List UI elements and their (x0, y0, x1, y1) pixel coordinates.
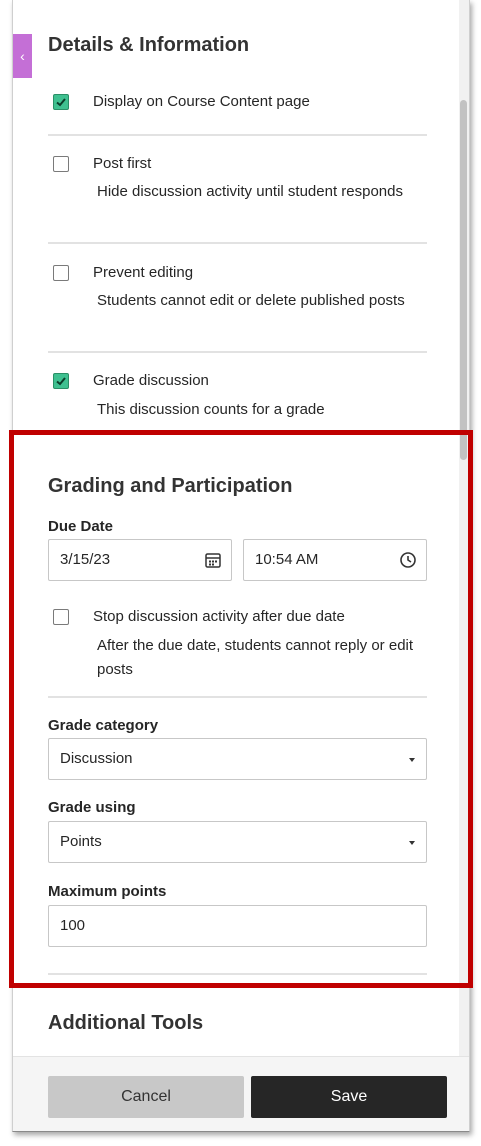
divider (48, 696, 427, 698)
grade-category-label: Grade category (48, 717, 159, 734)
divider (48, 134, 427, 136)
stop-activity-checkbox[interactable] (53, 609, 69, 625)
collapse-panel-tab[interactable]: ‹ (13, 34, 32, 78)
due-date-input[interactable]: 3/15/23 (48, 539, 232, 581)
prevent-editing-label: Prevent editing (93, 264, 194, 281)
post-first-checkbox[interactable] (53, 156, 69, 172)
display-checkbox[interactable] (53, 94, 69, 110)
post-first-label: Post first (93, 155, 152, 172)
settings-panel: ‹ Details & Information Display on Cours… (12, 0, 470, 1132)
calendar-icon[interactable] (204, 551, 222, 569)
stop-activity-description: After the due date, students cannot repl… (97, 637, 414, 678)
prevent-editing-checkbox[interactable] (53, 265, 69, 281)
clock-icon[interactable] (399, 551, 417, 569)
chevron-left-icon: ‹ (20, 48, 25, 64)
check-icon (56, 377, 66, 386)
grade-discussion-checkbox[interactable] (53, 373, 69, 389)
scrollbar[interactable] (459, 0, 469, 1056)
divider (48, 351, 427, 353)
dropdown-caret-icon (409, 758, 415, 762)
maximum-points-input[interactable]: 100 (48, 905, 427, 947)
due-time-value: 10:54 AM (255, 551, 319, 568)
maximum-points-label: Maximum points (48, 883, 167, 900)
details-heading: Details & Information (48, 34, 250, 56)
scrollbar-thumb[interactable] (460, 100, 467, 460)
due-time-input[interactable]: 10:54 AM (243, 539, 427, 581)
grade-using-label: Grade using (48, 799, 136, 816)
display-label: Display on Course Content page (93, 93, 310, 110)
due-date-label: Due Date (48, 518, 114, 535)
divider (48, 973, 427, 975)
grade-discussion-label: Grade discussion (93, 372, 209, 389)
dropdown-caret-icon (409, 841, 415, 845)
check-icon (56, 98, 66, 107)
additional-tools-heading: Additional Tools (48, 1012, 204, 1034)
grading-heading: Grading and Participation (48, 475, 293, 497)
grade-using-value: Points (60, 833, 102, 850)
prevent-editing-description: Students cannot edit or delete published… (97, 292, 405, 309)
divider (48, 242, 427, 244)
grade-using-select[interactable]: Points (48, 821, 427, 863)
grade-category-select[interactable]: Discussion (48, 738, 427, 780)
save-button[interactable]: Save (251, 1076, 447, 1118)
stop-activity-label: Stop discussion activity after due date (93, 608, 345, 625)
post-first-description: Hide discussion activity until student r… (97, 183, 403, 200)
due-date-value: 3/15/23 (60, 551, 111, 568)
grade-discussion-description: This discussion counts for a grade (97, 401, 325, 418)
panel-footer: Cancel Save (13, 1056, 469, 1131)
maximum-points-value: 100 (60, 917, 86, 934)
cancel-button[interactable]: Cancel (48, 1076, 244, 1118)
grade-category-value: Discussion (60, 750, 133, 767)
